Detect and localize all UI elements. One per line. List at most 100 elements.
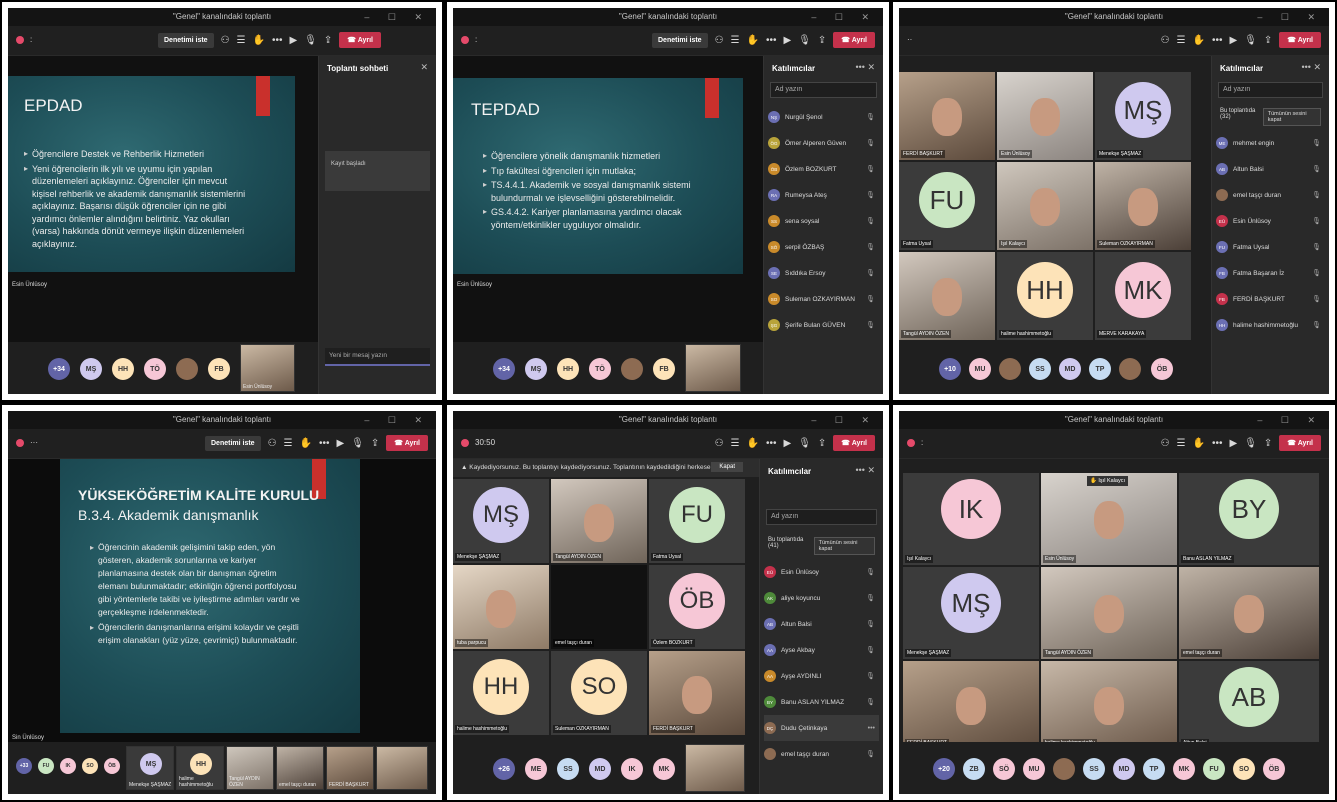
strip-tile[interactable]: HH halime hashimmetoğlu bbox=[176, 746, 224, 790]
window-controls[interactable]: – ☐ ✕ bbox=[1257, 411, 1323, 429]
more-actions-icon[interactable]: ••• bbox=[1212, 438, 1223, 449]
video-tile[interactable]: FU Fatma Uysal bbox=[899, 162, 995, 250]
mic-off-icon[interactable]: 🎙 bbox=[351, 438, 364, 449]
avatar[interactable]: HH bbox=[112, 358, 134, 380]
more-actions-icon[interactable]: ••• bbox=[1212, 35, 1223, 46]
video-tile[interactable]: emel taşçı duran bbox=[1179, 567, 1319, 659]
more-actions-icon[interactable]: ••• bbox=[272, 35, 283, 46]
video-tile[interactable]: MŞ Menekşe ŞAŞMAZ bbox=[453, 479, 549, 563]
participant-row[interactable]: ÖG Ömer Alperen Güven 🎙 bbox=[768, 130, 879, 156]
avatar[interactable]: TÖ bbox=[589, 358, 611, 380]
overflow-avatar[interactable]: +10 bbox=[939, 358, 961, 380]
chat-input[interactable]: Yeni bir mesaj yazın bbox=[325, 348, 430, 366]
avatar[interactable]: MD bbox=[1059, 358, 1081, 380]
avatar[interactable]: MD bbox=[589, 758, 611, 780]
participant-row[interactable]: SÖ serpil ÖZBAŞ 🎙 bbox=[768, 234, 879, 260]
overflow-avatar[interactable]: +20 bbox=[933, 758, 955, 780]
avatar[interactable]: FB bbox=[208, 358, 230, 380]
camera-icon[interactable]: ▶ bbox=[783, 438, 791, 449]
stop-share-button[interactable]: Denetimi iste bbox=[205, 435, 261, 451]
video-tile[interactable]: Tangül AYDIN ÖZEN bbox=[899, 252, 995, 340]
participant-search[interactable]: Ad yazın bbox=[1218, 82, 1323, 98]
avatar-photo[interactable] bbox=[999, 358, 1021, 380]
chat-icon[interactable]: ☰ bbox=[731, 438, 740, 449]
avatar[interactable]: TÖ bbox=[144, 358, 166, 380]
raise-hand-icon[interactable]: ✋ bbox=[747, 35, 759, 46]
video-tile[interactable]: halime hashimmetoğlu bbox=[1041, 661, 1177, 749]
share-icon[interactable]: ⇪ bbox=[1264, 438, 1272, 449]
avatar[interactable]: ÖB bbox=[104, 758, 120, 774]
close-icon[interactable]: ••• ✕ bbox=[856, 62, 876, 73]
raise-hand-icon[interactable]: ✋ bbox=[747, 438, 759, 449]
share-icon[interactable]: ⇪ bbox=[818, 35, 826, 46]
avatar[interactable]: SS bbox=[1029, 358, 1051, 380]
video-tile[interactable]: tuba parpucu bbox=[453, 565, 549, 649]
video-tile[interactable]: Tangül AYDIN ÖZEN bbox=[551, 479, 647, 563]
camera-off-icon[interactable]: ▶ bbox=[289, 35, 297, 46]
chat-icon[interactable]: ☰ bbox=[284, 438, 293, 449]
more-icon[interactable]: ··· bbox=[30, 438, 38, 447]
video-tile[interactable]: ✋ Işıl Kalaycı Esin Ünlüsoy bbox=[1041, 473, 1177, 565]
video-tile[interactable]: SO Suleman OZKAYIRMAN bbox=[551, 651, 647, 735]
participant-row[interactable]: HH halime hashimmetoğlu 🎙 bbox=[1216, 312, 1325, 338]
camera-off-icon[interactable]: ▶ bbox=[1229, 35, 1237, 46]
leave-button[interactable]: ☎ Ayrıl bbox=[833, 435, 875, 451]
participant-row[interactable]: AB Altun Balsi 🎙 bbox=[764, 611, 879, 637]
video-tile[interactable]: HH halime hashimmetoğlu bbox=[997, 252, 1093, 340]
video-tile[interactable]: MŞ Menekşe ŞAŞMAZ bbox=[1095, 72, 1191, 160]
window-controls[interactable]: – ☐ ✕ bbox=[364, 411, 430, 429]
participant-row[interactable]: emel taşçı duran 🎙 bbox=[1216, 182, 1325, 208]
participant-row[interactable]: SS sena soysal 🎙 bbox=[768, 208, 879, 234]
avatar[interactable]: FB bbox=[653, 358, 675, 380]
avatar[interactable]: ME bbox=[525, 758, 547, 780]
avatar-photo[interactable] bbox=[176, 358, 198, 380]
video-tile[interactable]: IK Işıl Kalaycı bbox=[903, 473, 1039, 565]
mic-off-icon[interactable]: 🎙 bbox=[798, 35, 811, 46]
mic-off-icon[interactable]: 🎙 bbox=[304, 35, 317, 46]
avatar[interactable]: IK bbox=[621, 758, 643, 780]
avatar[interactable]: SS bbox=[1083, 758, 1105, 780]
avatar[interactable]: FU bbox=[1203, 758, 1225, 780]
video-tile[interactable]: FERDİ BAŞKURT bbox=[649, 651, 745, 735]
more-icon[interactable]: : bbox=[475, 35, 477, 44]
raise-hand-icon[interactable]: ✋ bbox=[1193, 438, 1205, 449]
share-icon[interactable]: ⇪ bbox=[371, 438, 379, 449]
participants-icon[interactable]: ⚇ bbox=[715, 35, 724, 46]
video-tile[interactable]: MK MERVE KARAKAYA bbox=[1095, 252, 1191, 340]
video-tile[interactable]: FERDİ BAŞKURT bbox=[899, 72, 995, 160]
strip-tile[interactable]: FERDİ BAŞKURT bbox=[326, 746, 374, 790]
avatar[interactable]: MK bbox=[653, 758, 675, 780]
video-tile[interactable]: Esin Ünlüsoy bbox=[997, 72, 1093, 160]
participant-row[interactable]: RA Rumeysa Ateş 🎙 bbox=[768, 182, 879, 208]
mute-all-button[interactable]: Tümünün sesini kapat bbox=[1262, 108, 1321, 126]
close-icon[interactable]: ••• ✕ bbox=[1302, 62, 1322, 73]
leave-button[interactable]: ☎ Ayrıl bbox=[386, 435, 428, 451]
participant-row[interactable]: emel taşçı duran 🎙 bbox=[764, 741, 879, 767]
participant-row[interactable]: AK aliye koyuncu 🎙 bbox=[764, 585, 879, 611]
participants-icon[interactable]: ⚇ bbox=[1161, 438, 1170, 449]
participant-row[interactable]: EÜ Esin Ünlüsoy 🎙 bbox=[764, 559, 879, 585]
chat-icon[interactable]: ☰ bbox=[1177, 438, 1186, 449]
camera-off-icon[interactable]: ▶ bbox=[783, 35, 791, 46]
video-tile[interactable]: FERDİ BAŞKURT bbox=[903, 661, 1039, 749]
window-controls[interactable]: – ☐ ✕ bbox=[811, 411, 877, 429]
chat-icon[interactable]: ☰ bbox=[237, 35, 246, 46]
stop-share-button[interactable]: Denetimi iste bbox=[158, 32, 214, 48]
avatar[interactable]: ÖB bbox=[1263, 758, 1285, 780]
participant-row[interactable]: SO Suleman OZKAYIRMAN 🎙 bbox=[768, 286, 879, 312]
participant-row[interactable]: AA Ayşe AYDINLI 🎙 bbox=[764, 663, 879, 689]
chat-icon[interactable]: ☰ bbox=[1177, 35, 1186, 46]
window-controls[interactable]: – ☐ ✕ bbox=[1257, 8, 1323, 26]
video-tile[interactable]: MŞ Menekşe ŞAŞMAZ bbox=[903, 567, 1039, 659]
strip-tile[interactable]: MŞ Menekşe ŞAŞMAZ bbox=[126, 746, 174, 790]
overflow-avatar[interactable]: +34 bbox=[48, 358, 70, 380]
video-tile[interactable]: ABAltun Balsi bbox=[1179, 661, 1319, 749]
participants-icon[interactable]: ⚇ bbox=[715, 438, 724, 449]
more-actions-icon[interactable]: ••• bbox=[319, 438, 330, 449]
avatar[interactable]: SS bbox=[557, 758, 579, 780]
window-controls[interactable]: – ☐ ✕ bbox=[364, 8, 430, 26]
participant-row[interactable]: FU Fatma Uysal 🎙 bbox=[1216, 234, 1325, 260]
participant-row[interactable]: EÜ Esin Ünlüsoy 🎙 bbox=[1216, 208, 1325, 234]
participant-row[interactable]: AB Altun Balsi 🎙 bbox=[1216, 156, 1325, 182]
avatar-photo[interactable] bbox=[1119, 358, 1141, 380]
